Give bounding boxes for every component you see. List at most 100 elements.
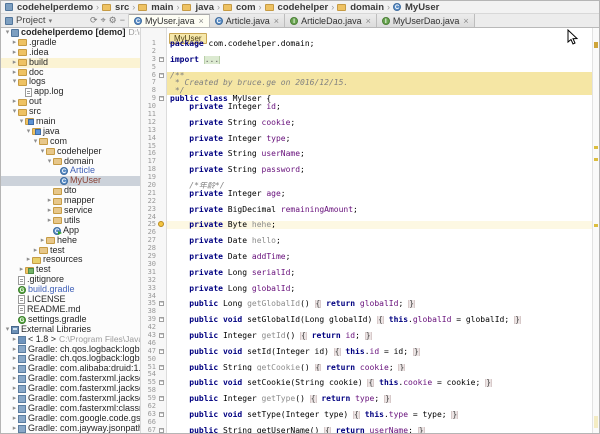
code-line-10[interactable]: 10 private Integer id; — [141, 102, 599, 112]
code-line-17[interactable]: 17 — [141, 157, 599, 167]
code-line-51[interactable]: 51− public String getCookie() { return c… — [141, 363, 599, 372]
chevron-down-icon[interactable]: ▾ — [46, 157, 53, 167]
chevron-right-icon[interactable]: ▸ — [11, 335, 18, 345]
tree-item-idea[interactable]: ▸ .idea — [1, 47, 140, 58]
fold-marker-icon[interactable]: − — [159, 411, 164, 417]
tree-item-out[interactable]: ▸ out — [1, 96, 140, 107]
chevron-right-icon[interactable]: ▸ — [46, 196, 53, 206]
chevron-right-icon[interactable]: ▸ — [46, 206, 53, 216]
tree-item-build[interactable]: ▸ build — [1, 57, 140, 68]
project-tree[interactable]: ▾codehelperdemo [demo]D:\code\githubl▸.g… — [1, 28, 141, 433]
code-line-2[interactable]: 2 — [141, 47, 599, 56]
chevron-right-icon[interactable]: ▸ — [25, 255, 32, 265]
close-icon[interactable]: × — [199, 16, 204, 26]
code-line-33[interactable]: 33 private Long globalId; — [141, 284, 599, 293]
hide-panel-icon[interactable]: − — [120, 14, 125, 27]
fold-marker-icon[interactable]: − — [159, 56, 164, 62]
code-line-12[interactable]: 12 private String cookie; — [141, 118, 599, 127]
code-line-66[interactable]: 66 — [141, 418, 599, 427]
chevron-down-icon[interactable]: ▾ — [4, 28, 11, 38]
code-line-46[interactable]: 46 — [141, 339, 599, 348]
chevron-down-icon[interactable]: ▾ — [49, 17, 53, 25]
code-line-23[interactable]: 23 private BigDecimal remainingAmount; — [141, 205, 599, 214]
code-line-3[interactable]: 3− import ... — [141, 55, 599, 64]
chevron-right-icon[interactable]: ▸ — [32, 246, 39, 256]
code-line-25[interactable]: 25 private Byte hehe; — [141, 221, 599, 230]
code-line-26[interactable]: 26 — [141, 228, 599, 238]
chevron-right-icon[interactable]: ▸ — [11, 97, 18, 107]
chevron-right-icon[interactable]: ▸ — [11, 414, 18, 424]
chevron-down-icon[interactable]: ▾ — [39, 147, 46, 157]
tab-articledao-java[interactable]: ArticleDao.java × — [285, 14, 377, 27]
close-icon[interactable]: × — [366, 16, 371, 26]
chevron-right-icon[interactable]: ▸ — [11, 68, 18, 78]
code-line-29[interactable]: 29 private Date addTime; — [141, 252, 599, 261]
code-line-63[interactable]: 63− public void setType(Integer type) { … — [141, 410, 599, 419]
code-line-28[interactable]: 28 — [141, 244, 599, 254]
chevron-down-icon[interactable]: ▾ — [18, 117, 25, 127]
chevron-down-icon[interactable]: ▾ — [11, 107, 18, 117]
tree-item-logs[interactable]: ▾ logs — [1, 77, 140, 87]
chevron-down-icon[interactable]: ▾ — [25, 127, 32, 137]
breadcrumb-item-myuser[interactable]: MyUser — [393, 2, 439, 13]
code-line-31[interactable]: 31 private Long serialId; — [141, 268, 599, 277]
code-line-58[interactable]: 58 — [141, 386, 599, 396]
breadcrumb-item-src[interactable]: src — [102, 2, 129, 13]
breadcrumb-item-codehelperdemo[interactable]: codehelperdemo — [5, 2, 93, 13]
code-area[interactable]: 1 package com.codehelper.domain; 2 3− import… — [141, 39, 599, 433]
tree-item-resources[interactable]: ▸ resources — [1, 255, 140, 265]
fold-marker-icon[interactable]: − — [159, 364, 164, 370]
code-line-21[interactable]: 21 private Integer age; — [141, 189, 599, 198]
chevron-right-icon[interactable]: ▸ — [11, 424, 18, 433]
chevron-right-icon[interactable]: ▸ — [11, 38, 18, 48]
code-line-54[interactable]: 54 — [141, 371, 599, 380]
code-line-39[interactable]: 39− public void setGlobalId(Long globalI… — [141, 315, 599, 325]
stripe-mark[interactable] — [594, 416, 598, 428]
code-line-22[interactable]: 22 — [141, 197, 599, 206]
chevron-right-icon[interactable]: ▸ — [11, 345, 18, 355]
close-icon[interactable]: × — [463, 16, 468, 26]
tree-item-build-gradle[interactable]: build.gradle — [1, 284, 140, 295]
code-line-62[interactable]: 62 — [141, 402, 599, 411]
chevron-right-icon[interactable]: ▸ — [11, 394, 18, 404]
chevron-down-icon[interactable]: ▾ — [11, 77, 18, 87]
tree-item-gradle[interactable]: ▸ .gradle — [1, 37, 140, 48]
code-line-27[interactable]: 27 private Date hello; — [141, 236, 599, 246]
code-line-16[interactable]: 16 private String userName; — [141, 150, 599, 159]
fold-marker-icon[interactable]: − — [159, 427, 164, 433]
editor-pane[interactable]: MyUser 1 package com.codehelper.domain; 2 3… — [141, 28, 599, 433]
code-line-30[interactable]: 30 — [141, 260, 599, 269]
code-line-43[interactable]: 43− public Integer getId() { return id; … — [141, 331, 599, 340]
code-line-32[interactable]: 32 — [141, 276, 599, 285]
tab-article-java[interactable]: Article.java × — [209, 14, 286, 27]
breadcrumb-item-codehelper[interactable]: codehelper — [264, 2, 328, 13]
tree-item-app-log[interactable]: app.log — [1, 86, 140, 97]
code-line-7[interactable]: 7 * Created by bruce.ge on 2016/12/15. — [141, 79, 599, 88]
stripe-mark[interactable] — [594, 224, 598, 227]
chevron-down-icon[interactable]: ▾ — [32, 137, 39, 147]
code-line-18[interactable]: 18 private String password; — [141, 165, 599, 175]
gear-icon[interactable]: ⚙ — [109, 14, 117, 27]
code-line-42[interactable]: 42 — [141, 323, 599, 332]
code-line-1[interactable]: 1 package com.codehelper.domain; — [141, 39, 599, 48]
code-line-50[interactable]: 50 — [141, 355, 599, 364]
code-line-24[interactable]: 24 — [141, 213, 599, 222]
code-line-11[interactable]: 11 — [141, 110, 599, 119]
tree-item-java[interactable]: ▾ java — [1, 126, 140, 137]
tree-item-main[interactable]: ▾ main — [1, 116, 140, 127]
fold-marker-icon[interactable]: − — [159, 380, 164, 386]
code-line-13[interactable]: 13 — [141, 126, 599, 135]
fold-marker-icon[interactable]: − — [159, 348, 164, 354]
chevron-right-icon[interactable]: ▸ — [11, 364, 18, 374]
tree-item-doc[interactable]: ▸ doc — [1, 67, 140, 78]
tree-item-test[interactable]: ▸ test — [1, 264, 140, 275]
chevron-right-icon[interactable]: ▸ — [11, 404, 18, 414]
code-line-35[interactable]: 35− public Long getGlobalId() { return g… — [141, 299, 599, 309]
fold-marker-icon[interactable]: − — [159, 72, 164, 78]
fold-marker-icon[interactable]: − — [159, 396, 164, 402]
tab-myuser-java[interactable]: MyUser.java × — [129, 14, 210, 27]
chevron-right-icon[interactable]: ▸ — [18, 265, 25, 275]
sync-icon[interactable]: ⟳ — [90, 14, 98, 27]
code-line-19[interactable]: 19 — [141, 173, 599, 183]
chevron-right-icon[interactable]: ▸ — [11, 374, 18, 384]
